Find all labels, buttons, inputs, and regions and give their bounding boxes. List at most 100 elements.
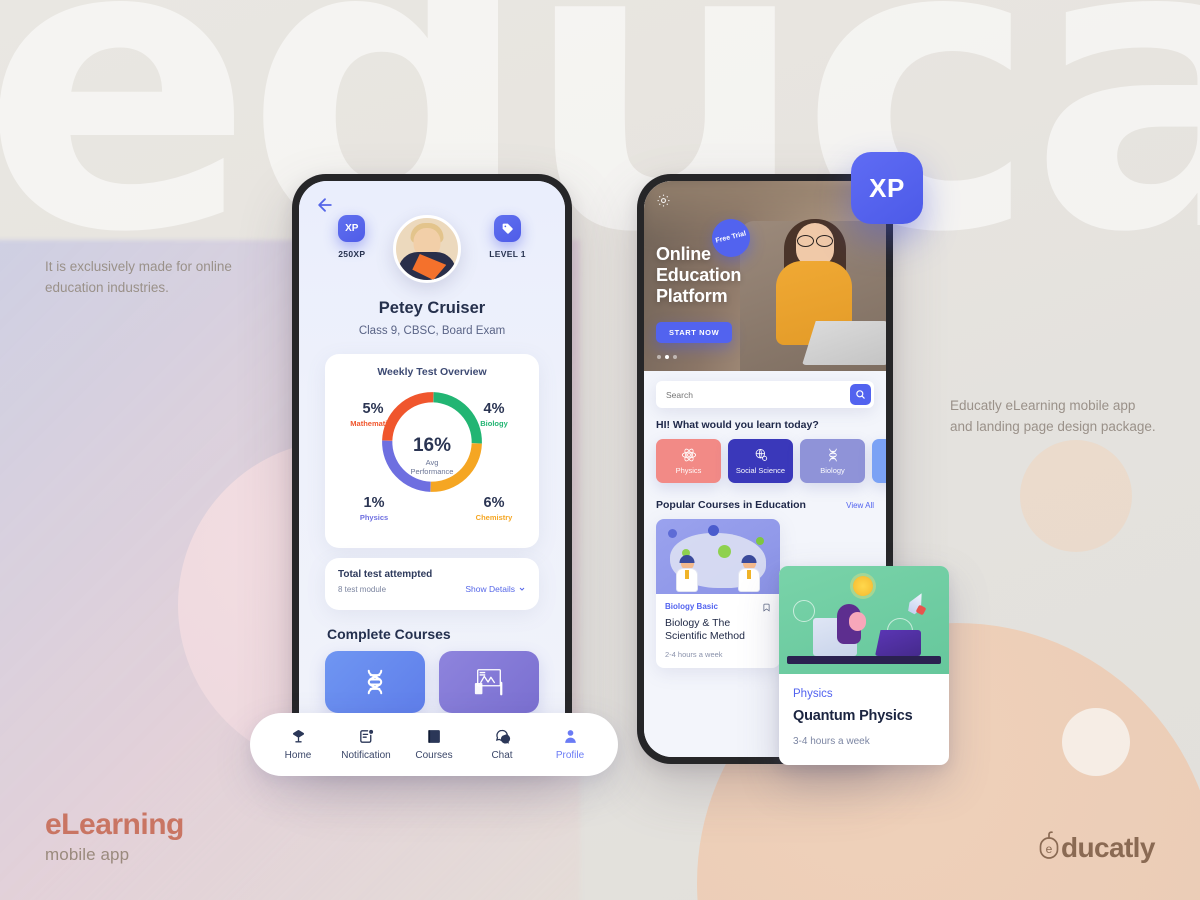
avg-performance-label-1: Avg: [425, 458, 439, 467]
xp-badge[interactable]: XP 250XP: [338, 215, 366, 259]
carousel-dot-3[interactable]: [673, 355, 677, 359]
dna-icon: [828, 448, 837, 462]
carousel-dot-1[interactable]: [657, 355, 661, 359]
course-tile-math[interactable]: [439, 651, 539, 713]
category-chip-biology-label: Biology: [820, 466, 845, 475]
hero-title-line-1: Online: [656, 244, 711, 264]
nav-item-home[interactable]: Home: [271, 728, 325, 761]
atom-decor-1: [793, 600, 815, 622]
educatly-logo-text: ducatly: [1061, 831, 1155, 863]
educatly-logo: e ducatly: [1038, 830, 1155, 865]
nav-item-notification[interactable]: Notification: [339, 728, 393, 761]
carousel-dots[interactable]: [657, 355, 677, 359]
course-card-title: Biology & The Scientific Method: [665, 617, 745, 643]
nav-item-notification-label: Notification: [341, 750, 391, 761]
bell-note-icon: [358, 728, 375, 745]
total-test-subtitle: 8 test module: [338, 584, 387, 594]
category-chip-social-science[interactable]: Social Science: [728, 439, 793, 483]
stat-chemistry-label: Chemistry: [475, 513, 513, 522]
stat-physics-label: Physics: [359, 513, 389, 522]
floating-card-person: [837, 604, 871, 648]
complete-courses-list: [325, 651, 539, 713]
nav-item-profile[interactable]: Profile: [543, 728, 597, 761]
scientist-right-hair: [741, 555, 757, 563]
profile-name: Petey Cruiser: [378, 299, 486, 317]
footer-brand-subtitle: mobile app: [45, 845, 130, 864]
search-bar[interactable]: [656, 381, 874, 408]
level-badge[interactable]: LEVEL 1: [489, 215, 525, 259]
scientist-left: [676, 555, 698, 592]
donut-center-label: 16% Avg Performance: [389, 436, 475, 476]
weekly-test-overview-card: Weekly Test Overview 16% Avg Performance…: [325, 354, 539, 548]
start-now-button[interactable]: START NOW: [656, 322, 733, 343]
stat-mathematics-value: 5%: [362, 401, 384, 417]
mouse-icon: e: [1038, 830, 1060, 865]
hero-banner: Free Trial Online Education Platform STA…: [644, 181, 886, 371]
hero-laptop: [802, 321, 886, 365]
hero-title: Online Education Platform: [656, 244, 741, 308]
stat-mathematics-label: Mathematics: [350, 418, 396, 428]
globe-gear-icon: [755, 448, 767, 461]
stat-biology: 4% Biology: [461, 401, 527, 428]
search-button[interactable]: [850, 384, 871, 405]
footer-brand: eLearning mobile app: [45, 808, 184, 865]
category-chip-biology[interactable]: Biology: [800, 439, 865, 483]
decor-circle-peach-small: [1020, 440, 1132, 552]
nav-item-profile-label: Profile: [555, 750, 585, 761]
carousel-dot-2[interactable]: [665, 355, 669, 359]
floating-card-body: Physics Quantum Physics 3-4 hours a week: [779, 674, 949, 765]
home-icon: [290, 728, 307, 745]
germ-3: [718, 545, 731, 558]
category-chip-physics-label: Physics: [675, 466, 702, 475]
show-details-link[interactable]: Show Details: [465, 584, 526, 594]
hero-title-line-2: Education: [656, 265, 742, 286]
nav-item-chat[interactable]: Chat: [475, 728, 529, 761]
search-input[interactable]: [666, 389, 850, 400]
floating-card-person-face: [849, 612, 866, 631]
tag-icon: [494, 215, 522, 242]
germ-5: [756, 537, 764, 545]
show-details-label: Show Details: [465, 584, 515, 594]
floating-xp-badge: XP: [851, 152, 923, 224]
gear-icon[interactable]: [656, 193, 671, 208]
bookmark-icon[interactable]: [762, 602, 771, 613]
course-card-time: 2-4 hours a week: [665, 649, 723, 659]
category-chip-physics[interactable]: Physics: [656, 439, 721, 483]
total-test-attempted-card: Total test attempted 8 test module Show …: [325, 558, 539, 610]
course-card-category: Biology Basic: [665, 602, 718, 611]
design-canvas: educatly It is exclusively made for onli…: [0, 0, 1200, 900]
nav-item-courses[interactable]: Courses: [407, 728, 461, 761]
stat-biology-value: 4%: [483, 401, 505, 417]
avatar: [393, 215, 462, 283]
nav-item-home-label: Home: [284, 750, 312, 761]
floating-card-laptop: [875, 630, 921, 656]
total-test-title: Total test attempted: [338, 569, 433, 580]
chat-icon: [494, 728, 511, 745]
book-icon: [426, 728, 443, 745]
arrow-left-icon[interactable]: [315, 195, 335, 215]
stat-chemistry: 6% Chemistry: [459, 495, 529, 522]
chart-board-icon: [474, 669, 503, 696]
scientist-left-hair: [679, 555, 695, 563]
stat-biology-label: Biology: [480, 418, 508, 428]
scientist-right: [738, 555, 760, 592]
atom-icon: [681, 448, 696, 462]
view-all-link[interactable]: View All: [846, 501, 874, 510]
course-tile-biology[interactable]: [325, 651, 425, 713]
scientist-right-tie: [747, 570, 751, 579]
stat-mathematics: 5% Mathematics: [337, 401, 409, 428]
scientist-left-tie: [685, 570, 689, 579]
rocket-flame: [915, 604, 927, 616]
profile-header: XP 250XP LEVEL 1: [299, 215, 565, 283]
profile-background: XP 250XP LEVEL 1 Petey Cruiser Class 9, …: [299, 181, 565, 757]
hero-title-line-3: Platform: [656, 286, 728, 307]
nav-item-courses-label: Courses: [415, 750, 453, 761]
category-chip-math[interactable]: Math: [872, 439, 886, 483]
floating-course-card-physics[interactable]: Physics Quantum Physics 3-4 hours a week: [779, 566, 949, 765]
person-icon: [562, 728, 579, 745]
complete-courses-heading: Complete Courses: [327, 626, 451, 642]
svg-text:e: e: [1046, 842, 1053, 856]
course-card-biology[interactable]: Biology Basic Biology & The Scientific M…: [656, 519, 780, 668]
floating-card-image: [779, 566, 949, 674]
avg-performance-label-2: Performance: [410, 467, 454, 476]
